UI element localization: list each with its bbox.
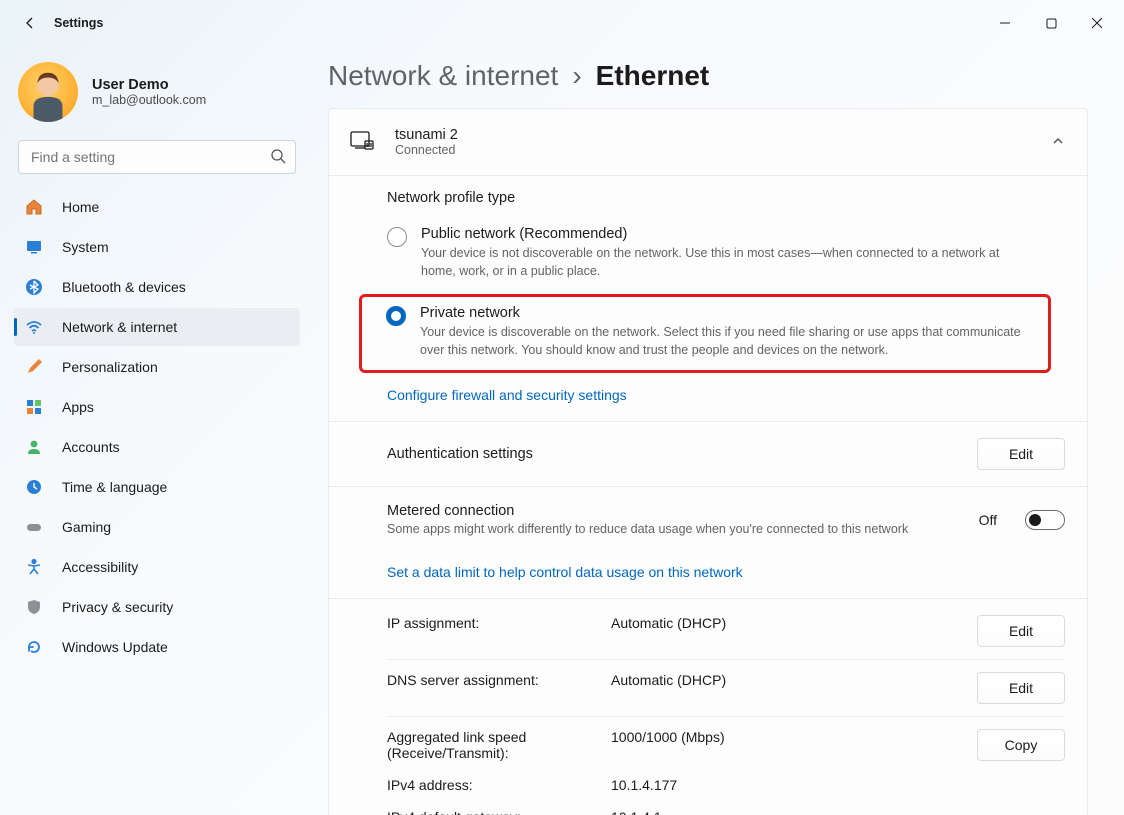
metered-toggle[interactable]: [1025, 510, 1065, 530]
bluetooth-icon: [24, 277, 44, 297]
sidebar-item-accounts[interactable]: Accounts: [14, 428, 300, 466]
sidebar-item-label: Apps: [62, 399, 94, 415]
arrow-left-icon: [22, 15, 38, 31]
sidebar-item-label: Bluetooth & devices: [62, 279, 186, 295]
system-icon: [24, 237, 44, 257]
sidebar-item-label: Privacy & security: [62, 599, 173, 615]
user-email: m_lab@outlook.com: [92, 93, 206, 107]
ip-assign-value: Automatic (DHCP): [611, 615, 977, 631]
sidebar-item-label: Accessibility: [62, 559, 138, 575]
breadcrumb-current: Ethernet: [596, 60, 710, 92]
sidebar-item-label: Windows Update: [62, 639, 168, 655]
avatar: [18, 62, 78, 122]
brush-icon: [24, 357, 44, 377]
private-label: Private network: [420, 305, 1026, 321]
private-network-highlight: Private network Your device is discovera…: [359, 294, 1051, 372]
sidebar-item-label: Gaming: [62, 519, 111, 535]
ip-assign-edit-button[interactable]: Edit: [977, 615, 1065, 647]
wifi-icon: [24, 317, 44, 337]
sidebar-item-personalization[interactable]: Personalization: [14, 348, 300, 386]
ethernet-icon: [349, 128, 375, 157]
sidebar-item-label: Network & internet: [62, 319, 177, 335]
search-input[interactable]: [18, 140, 296, 174]
search-icon: [270, 148, 286, 167]
gw-label: IPv4 default gateway:: [387, 809, 611, 815]
firewall-link[interactable]: Configure firewall and security settings: [329, 377, 627, 421]
public-desc: Your device is not discoverable on the n…: [421, 242, 1029, 280]
ipv4-label: IPv4 address:: [387, 777, 611, 793]
minimize-icon: [999, 17, 1011, 29]
dns-assign-label: DNS server assignment:: [387, 672, 611, 688]
ip-assign-label: IP assignment:: [387, 615, 611, 631]
clock-icon: [24, 477, 44, 497]
auth-edit-button[interactable]: Edit: [977, 438, 1065, 470]
copy-button[interactable]: Copy: [977, 729, 1065, 761]
sidebar-item-label: Time & language: [62, 479, 167, 495]
sidebar-item-apps[interactable]: Apps: [14, 388, 300, 426]
profile-section-title: Network profile type: [329, 176, 1087, 216]
public-label: Public network (Recommended): [421, 226, 1029, 242]
metered-label: Metered connection: [387, 503, 959, 519]
apps-icon: [24, 397, 44, 417]
radio-public[interactable]: [387, 227, 407, 247]
dns-assign-edit-button[interactable]: Edit: [977, 672, 1065, 704]
radio-private[interactable]: [386, 306, 406, 326]
maximize-icon: [1046, 18, 1057, 29]
window-title: Settings: [54, 16, 103, 30]
speed-value: 1000/1000 (Mbps): [611, 729, 977, 745]
home-icon: [24, 197, 44, 217]
connection-name: tsunami 2: [395, 127, 1031, 143]
user-name: User Demo: [92, 77, 206, 93]
sidebar-item-network[interactable]: Network & internet: [14, 308, 300, 346]
shield-icon: [24, 597, 44, 617]
metered-limit-link[interactable]: Set a data limit to help control data us…: [329, 554, 743, 598]
sidebar-item-bluetooth[interactable]: Bluetooth & devices: [14, 268, 300, 306]
search-wrap: [18, 140, 296, 174]
ipv4-value: 10.1.4.177: [611, 777, 1065, 793]
metered-state: Off: [979, 512, 1005, 528]
sidebar-item-privacy[interactable]: Privacy & security: [14, 588, 300, 626]
sidebar-item-accessibility[interactable]: Accessibility: [14, 548, 300, 586]
dns-assign-value: Automatic (DHCP): [611, 672, 977, 688]
sidebar-item-update[interactable]: Windows Update: [14, 628, 300, 666]
metered-desc: Some apps might work differently to redu…: [387, 519, 959, 539]
nav-list: Home System Bluetooth & devices Network …: [14, 188, 300, 666]
sidebar-item-gaming[interactable]: Gaming: [14, 508, 300, 546]
auth-label: Authentication settings: [387, 446, 957, 462]
close-icon: [1091, 17, 1103, 29]
metered-row: Metered connection Some apps might work …: [329, 487, 1087, 555]
sidebar-item-label: Personalization: [62, 359, 158, 375]
gw-value: 10.1.4.1: [611, 809, 1065, 815]
close-button[interactable]: [1074, 3, 1120, 43]
sidebar-item-system[interactable]: System: [14, 228, 300, 266]
auth-row: Authentication settings Edit: [329, 422, 1087, 486]
minimize-button[interactable]: [982, 3, 1028, 43]
back-button[interactable]: [16, 9, 44, 37]
sidebar-item-time[interactable]: Time & language: [14, 468, 300, 506]
user-block[interactable]: User Demo m_lab@outlook.com: [14, 54, 300, 136]
private-network-option[interactable]: Private network Your device is discovera…: [420, 305, 1026, 359]
chevron-up-icon[interactable]: [1051, 134, 1065, 151]
sidebar: User Demo m_lab@outlook.com Home System …: [0, 46, 310, 815]
maximize-button[interactable]: [1028, 3, 1074, 43]
sidebar-item-label: System: [62, 239, 109, 255]
breadcrumb-parent[interactable]: Network & internet: [328, 60, 558, 92]
sidebar-item-home[interactable]: Home: [14, 188, 300, 226]
connection-status: Connected: [395, 143, 1031, 157]
private-desc: Your device is discoverable on the netwo…: [420, 321, 1026, 359]
connection-card: tsunami 2 Connected Network profile type…: [328, 108, 1088, 815]
accessibility-icon: [24, 557, 44, 577]
sidebar-item-label: Home: [62, 199, 99, 215]
titlebar: Settings: [0, 0, 1124, 46]
public-network-option[interactable]: Public network (Recommended) Your device…: [329, 216, 1087, 286]
breadcrumb: Network & internet › Ethernet: [328, 60, 1094, 108]
person-icon: [24, 437, 44, 457]
chevron-right-icon: ›: [572, 60, 581, 92]
connection-header[interactable]: tsunami 2 Connected: [329, 109, 1087, 175]
gamepad-icon: [24, 517, 44, 537]
sidebar-item-label: Accounts: [62, 439, 120, 455]
update-icon: [24, 637, 44, 657]
speed-label: Aggregated link speed (Receive/Transmit)…: [387, 729, 611, 761]
content: Network & internet › Ethernet tsunami 2 …: [310, 46, 1124, 815]
